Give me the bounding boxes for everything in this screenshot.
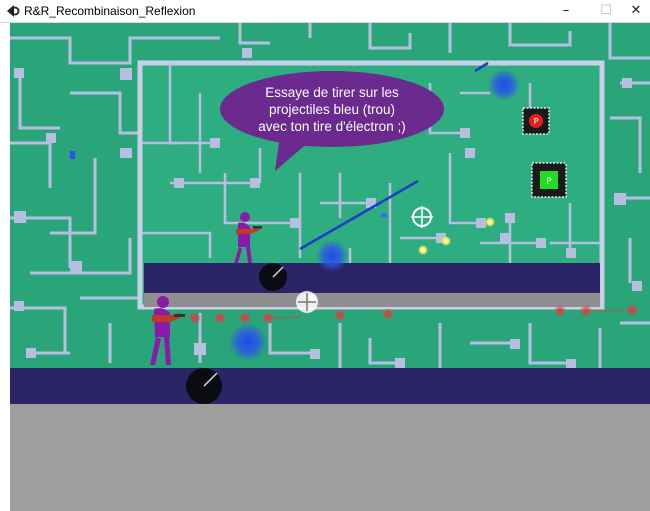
close-button[interactable]: ✕: [622, 0, 650, 22]
electron-shot: [214, 312, 226, 324]
game-viewport[interactable]: P P Essaye de tirer sur les projectiles …: [10, 23, 650, 511]
game-logo-icon: [7, 5, 20, 17]
red-chip-label: P: [534, 117, 539, 126]
floor: [10, 404, 650, 511]
electron-shot: [239, 312, 251, 324]
electron-shot: [189, 312, 201, 324]
upper-platform: [144, 263, 600, 293]
electron-orb: [418, 245, 428, 255]
window-title: R&R_Recombinaison_Reflexion: [24, 4, 196, 18]
upper-platform-rail: [144, 293, 600, 307]
electron-orb: [441, 236, 451, 246]
platform-hole-lower: [186, 368, 222, 404]
hole-projectile: [316, 240, 348, 272]
green-chip: P: [531, 162, 567, 198]
blue-marker: [381, 213, 387, 217]
crosshair-icon: [296, 291, 318, 313]
electron-shot: [580, 305, 592, 317]
green-chip-label: P: [546, 177, 552, 187]
tutorial-message: Essaye de tirer sur les projectiles bleu…: [221, 73, 443, 145]
tutorial-line-2: projectiles bleu (trou): [268, 101, 396, 117]
lower-platform: [10, 368, 650, 404]
minimize-button[interactable]: –: [548, 0, 584, 22]
platform-hole: [259, 263, 287, 291]
title-bar: R&R_Recombinaison_Reflexion – ☐ ✕: [0, 0, 650, 23]
tutorial-line-1: Essaye de tirer sur les: [265, 84, 399, 100]
red-chip: P: [522, 107, 550, 135]
maximize-button[interactable]: ☐: [588, 0, 624, 22]
hole-projectile: [488, 69, 520, 101]
electron-shot: [626, 304, 638, 316]
electron-shot: [382, 308, 394, 320]
electron-orb: [485, 217, 495, 227]
electron-shot: [554, 305, 566, 317]
electron-shot: [334, 309, 346, 321]
blue-marker-left: [70, 151, 75, 159]
hole-projectile: [229, 323, 267, 361]
tutorial-line-3: avec ton tire d'électron ;): [258, 118, 406, 134]
